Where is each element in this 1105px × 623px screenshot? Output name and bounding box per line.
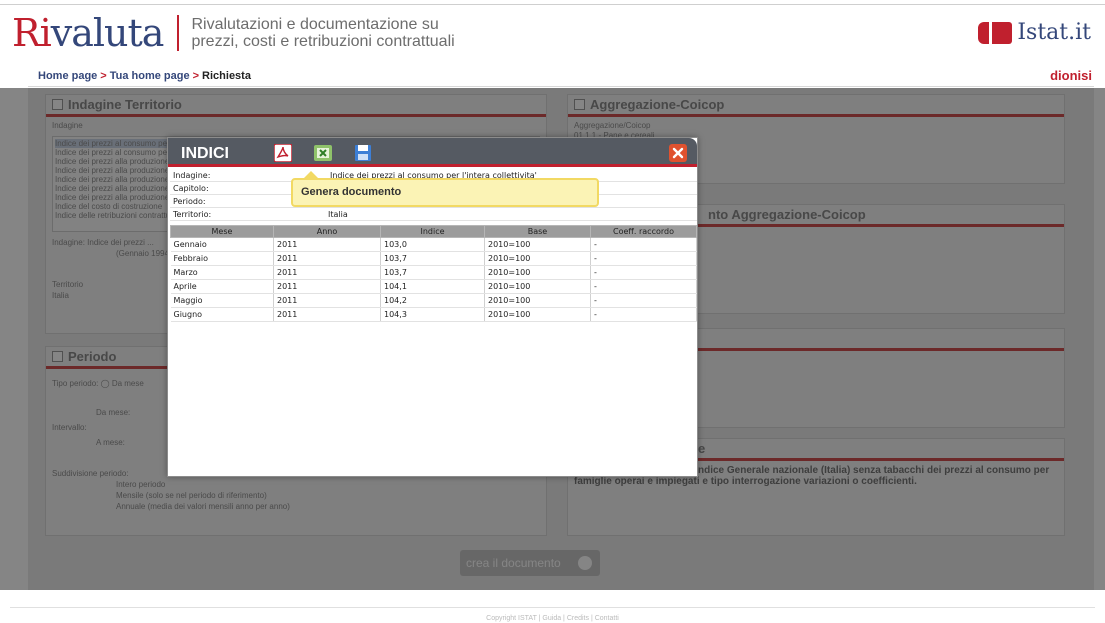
cell-anno: 2011 (273, 293, 381, 308)
logo-wordmark: Rivaluta (12, 11, 164, 55)
save-icon[interactable] (354, 144, 372, 162)
logo-tagline: Rivalutazioni e documentazione su prezzi… (191, 16, 454, 50)
footer-rule (10, 607, 1095, 608)
info-row-territorio: Territorio: Italia (170, 208, 697, 221)
column-header-indice[interactable]: Indice (380, 225, 485, 238)
cell-anno: 2011 (273, 307, 381, 322)
info-value: Italia (328, 210, 348, 219)
cell-coeff: - (590, 307, 697, 322)
cell-base: 2010=100 (484, 279, 591, 294)
table-row: Febbraio 2011 103,7 2010=100 - (170, 251, 697, 266)
breadcrumb-separator: > (192, 70, 200, 82)
logo-separator (177, 15, 180, 51)
cell-indice: 104,2 (380, 293, 485, 308)
tooltip-tail (303, 171, 319, 179)
cell-mese: Gennaio (170, 237, 274, 252)
dialog-title: INDICI (181, 145, 229, 162)
close-icon[interactable] (669, 144, 687, 162)
column-header-anno[interactable]: Anno (273, 225, 381, 238)
breadcrumb-home-link[interactable]: Home page (38, 70, 97, 82)
cell-indice: 104,3 (380, 307, 485, 322)
table-row: Gennaio 2011 103,0 2010=100 - (170, 237, 697, 252)
pdf-icon[interactable] (273, 143, 293, 163)
tagline-line2: prezzi, costi e retribuzioni contrattual… (191, 33, 455, 50)
table-row: Giugno 2011 104,3 2010=100 - (170, 307, 697, 322)
cell-base: 2010=100 (484, 251, 591, 266)
table-row: Marzo 2011 103,7 2010=100 - (170, 265, 697, 280)
istat-mark-icon (978, 21, 1013, 44)
excel-icon[interactable] (314, 144, 332, 162)
istat-wordmark: Istat.it (1017, 20, 1091, 45)
cell-indice: 103,0 (380, 237, 485, 252)
cell-coeff: - (590, 293, 697, 308)
genera-documento-tooltip: Genera documento (291, 171, 599, 207)
cell-base: 2010=100 (484, 237, 591, 252)
table-row: Aprile 2011 104,1 2010=100 - (170, 279, 697, 294)
cell-indice: 103,7 (380, 265, 485, 280)
info-label: Territorio: (173, 210, 212, 219)
table-header-row: Mese Anno Indice Base Coeff. raccordo (170, 225, 697, 238)
cell-anno: 2011 (273, 265, 381, 280)
column-header-mese[interactable]: Mese (170, 225, 274, 238)
indici-table: Mese Anno Indice Base Coeff. raccordo Ge… (170, 225, 697, 322)
cell-anno: 2011 (273, 251, 381, 266)
istat-logo[interactable]: Istat.it (978, 20, 1091, 45)
cell-indice: 104,1 (380, 279, 485, 294)
table-row: Maggio 2011 104,2 2010=100 - (170, 293, 697, 308)
cell-base: 2010=100 (484, 265, 591, 280)
cell-mese: Maggio (170, 293, 274, 308)
cell-coeff: - (590, 279, 697, 294)
footer-links[interactable]: Copyright ISTAT | Guida | Credits | Cont… (0, 615, 1105, 622)
cell-mese: Febbraio (170, 251, 274, 266)
cell-anno: 2011 (273, 279, 381, 294)
cell-base: 2010=100 (484, 307, 591, 322)
username-link[interactable]: dionisi (1050, 68, 1092, 83)
cell-base: 2010=100 (484, 293, 591, 308)
navigation-bar: Home page > Tua home page > Richiesta dionis… (28, 67, 1094, 87)
dialog-titlebar: INDICI (168, 138, 697, 167)
breadcrumb-current: Richiesta (202, 70, 251, 82)
column-header-coeff[interactable]: Coeff. raccordo (590, 225, 697, 238)
breadcrumb-tua-home-link[interactable]: Tua home page (110, 70, 190, 82)
cell-mese: Aprile (170, 279, 274, 294)
cell-anno: 2011 (273, 237, 381, 252)
breadcrumb-separator: > (100, 70, 107, 82)
cell-mese: Giugno (170, 307, 274, 322)
rivaluta-logo[interactable]: Rivaluta Rivalutazioni e documentazione … (12, 8, 455, 58)
cell-mese: Marzo (170, 265, 274, 280)
cell-coeff: - (590, 251, 697, 266)
cell-indice: 103,7 (380, 251, 485, 266)
breadcrumb: Home page > Tua home page > Richiesta (38, 70, 251, 82)
cell-coeff: - (590, 265, 697, 280)
tagline-line1: Rivalutazioni e documentazione su (191, 16, 439, 33)
tooltip-text: Genera documento (301, 186, 402, 198)
column-header-base[interactable]: Base (484, 225, 591, 238)
cell-coeff: - (590, 237, 697, 252)
top-rule (0, 4, 1105, 5)
